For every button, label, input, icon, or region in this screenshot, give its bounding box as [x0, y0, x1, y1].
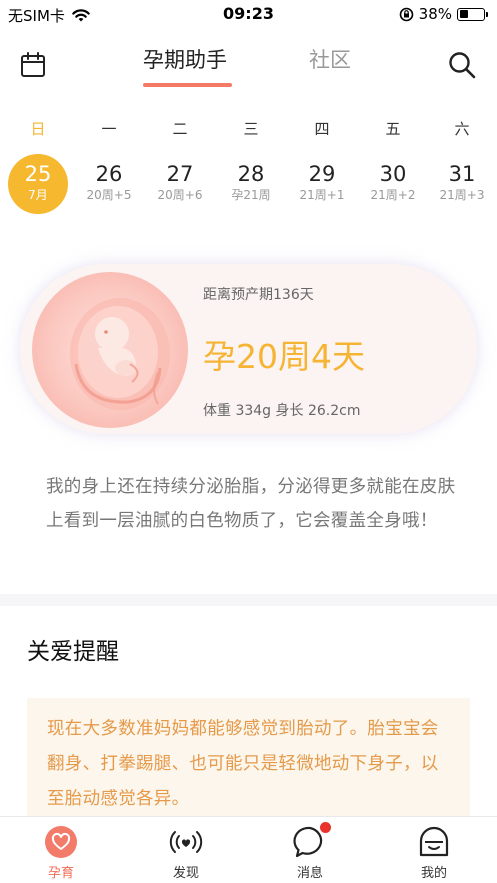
weekday-label: 一	[101, 120, 117, 138]
date-number: 26	[95, 162, 123, 186]
nav-label: 孕育	[47, 866, 74, 881]
date-cell-selected[interactable]: 25 7月	[8, 154, 68, 214]
nav-item-messages[interactable]: 消息	[270, 822, 350, 881]
date-number: 29	[308, 162, 336, 186]
weekday-label: 二	[172, 120, 188, 138]
calendar-icon	[21, 52, 45, 77]
day-column[interactable]: 日 25 7月	[3, 118, 73, 214]
weekday-label: 六	[454, 120, 470, 138]
top-nav: 孕期助手 社区	[0, 36, 497, 92]
date-cell[interactable]: 31 21周+3	[432, 154, 492, 214]
pregnancy-week: 孕20周4天	[203, 337, 365, 376]
date-number: 30	[379, 162, 407, 186]
fetus-icon	[70, 298, 170, 410]
broadcast-icon	[169, 825, 203, 859]
due-date-countdown: 距离预产期136天	[203, 287, 314, 303]
fetus-illustration	[32, 272, 188, 428]
fetus-measurements: 体重 334g 身长 26.2cm	[203, 403, 361, 419]
pregnancy-status-card[interactable]: 距离预产期136天 孕20周4天 体重 334g 身长 26.2cm	[20, 264, 477, 434]
date-subtitle: 21周+2	[370, 188, 416, 202]
day-column[interactable]: 五 30 21周+2	[358, 118, 428, 214]
calendar-button[interactable]	[20, 52, 46, 78]
chat-bubble-icon	[293, 822, 331, 859]
section-divider	[0, 594, 497, 606]
date-subtitle: 20周+6	[157, 188, 203, 202]
heart-icon	[44, 825, 78, 859]
date-cell[interactable]: 26 20周+5	[79, 154, 139, 214]
date-number: 27	[166, 162, 194, 186]
nav-label: 消息	[296, 866, 323, 881]
date-number: 31	[448, 162, 476, 186]
care-reminder-card[interactable]: 现在大多数准妈妈都能够感觉到胎动了。胎宝宝会翻身、打拳踢腿、也可能只是轻微地动下…	[27, 698, 470, 823]
tab-community[interactable]: 社区	[309, 44, 351, 74]
date-subtitle: 7月	[28, 188, 48, 202]
nav-item-discover[interactable]: 发现	[146, 825, 226, 881]
status-bar: 无SIM卡 09:23 38%	[0, 0, 497, 28]
date-number: 25	[24, 162, 52, 186]
orientation-lock-icon	[399, 7, 413, 21]
nav-item-profile[interactable]: 我的	[394, 825, 474, 881]
day-column[interactable]: 一 26 20周+5	[74, 118, 144, 214]
weekday-label: 四	[314, 120, 330, 138]
day-column[interactable]: 六 31 21周+3	[427, 118, 497, 214]
unread-badge	[320, 822, 331, 833]
date-cell[interactable]: 30 21周+2	[363, 154, 423, 214]
nav-item-pregnancy[interactable]: 孕育	[21, 825, 101, 881]
date-subtitle: 21周+1	[299, 188, 345, 202]
bottom-nav: 孕育 发现 消息 我的	[0, 816, 497, 883]
date-subtitle: 21周+3	[439, 188, 485, 202]
week-strip: 日 25 7月 一 26 20周+5 二 27 20周+6 三 28 孕21周 …	[0, 118, 497, 218]
tab-pregnancy-assistant[interactable]: 孕期助手	[143, 44, 227, 74]
battery-icon	[457, 7, 488, 21]
nav-label: 我的	[420, 866, 447, 881]
status-right: 38%	[399, 5, 488, 23]
weekday-label: 五	[385, 120, 401, 138]
date-cell[interactable]: 27 20周+6	[150, 154, 210, 214]
search-button[interactable]	[447, 50, 477, 80]
date-subtitle: 20周+5	[86, 188, 132, 202]
day-column[interactable]: 四 29 21周+1	[287, 118, 357, 214]
care-reminder-title: 关爱提醒	[27, 639, 119, 665]
day-column[interactable]: 三 28 孕21周	[216, 118, 286, 214]
date-cell[interactable]: 28 孕21周	[221, 154, 281, 214]
date-cell[interactable]: 29 21周+1	[292, 154, 352, 214]
day-column[interactable]: 二 27 20周+6	[145, 118, 215, 214]
profile-icon	[417, 825, 451, 859]
baby-description: 我的身上还在持续分泌胎脂，分泌得更多就能在皮肤上看到一层油腻的白色物质了，它会覆…	[46, 477, 456, 531]
date-subtitle: 孕21周	[231, 188, 271, 202]
active-tab-indicator	[143, 83, 232, 87]
search-icon	[449, 52, 476, 79]
battery-fill	[459, 10, 469, 18]
weekday-label: 三	[243, 120, 259, 138]
nav-label: 发现	[172, 866, 199, 881]
battery-percent: 38%	[418, 5, 452, 23]
weekday-label: 日	[30, 120, 46, 138]
date-number: 28	[237, 162, 265, 186]
